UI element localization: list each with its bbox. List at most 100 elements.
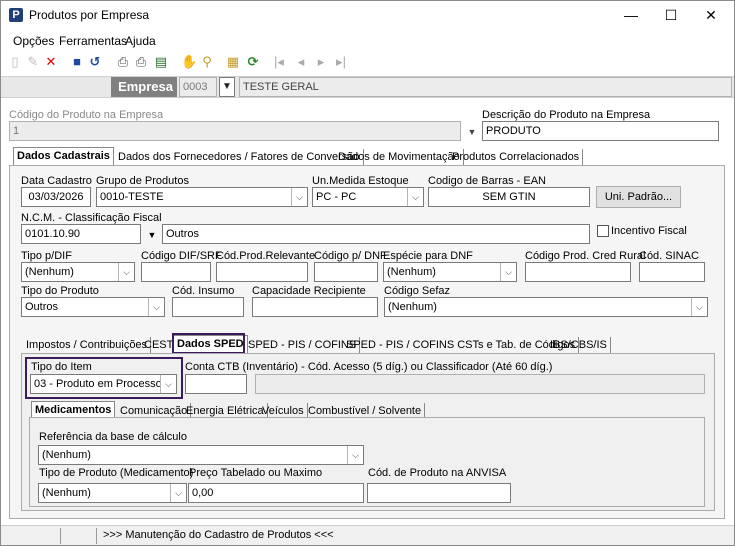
main-tabs: Dados Cadastrais Dados dos Fornecedores … — [13, 147, 584, 165]
tipo-item-select[interactable]: 03 - Produto em Processo — [30, 374, 177, 394]
first-icon[interactable]: |◂ — [271, 53, 287, 71]
conta-ctb-label: Conta CTB (Inventário) - Cód. Acesso (5 … — [185, 361, 553, 373]
empresa-dropdown-button[interactable]: ▼ — [219, 77, 235, 97]
print-icon[interactable]: ⎙ — [115, 53, 131, 71]
referencia-base-label: Referência da base de cálculo — [39, 431, 187, 443]
menu-bar: Opções Ferramentas Ajuda — [1, 31, 734, 51]
sinac-label: Cód. SINAC — [639, 250, 699, 262]
tab-dados-movimentacao[interactable]: Dados de Movimentação — [335, 149, 464, 165]
edit-icon[interactable]: ✎ — [25, 53, 41, 71]
ncm-field[interactable]: 0101.10.90 — [21, 224, 141, 244]
ean-field[interactable]: SEM GTIN — [428, 187, 590, 207]
codigo-sefaz-label: Código Sefaz — [384, 285, 451, 297]
tab-impostos[interactable]: Impostos / Contribuições — [23, 337, 152, 353]
ncm-description-field: Outros — [162, 224, 590, 244]
chevron-down-icon[interactable]: ⌵ — [291, 188, 307, 206]
data-cadastro-field[interactable]: 03/03/2026 — [21, 187, 91, 207]
chevron-down-icon[interactable]: ⌵ — [347, 446, 363, 464]
codigo-produto-label: Código do Produto na Empresa — [9, 109, 164, 121]
ncm-dropdown-icon[interactable]: ▼ — [145, 228, 159, 242]
dados-sped-highlight — [172, 333, 245, 354]
maximize-button[interactable]: ☐ — [651, 5, 691, 25]
undo-icon[interactable]: ↺ — [87, 53, 103, 71]
menu-opcoes[interactable]: Opções — [13, 34, 54, 48]
save-icon[interactable]: ■ — [69, 53, 85, 71]
tipo-medicamento-select[interactable]: (Nenhum) — [38, 483, 187, 503]
prev-icon[interactable]: ◂ — [293, 53, 309, 71]
title-bar: P Produtos por Empresa — ☐ ✕ — [1, 1, 734, 29]
cred-rural-label: Código Prod. Cred Rural — [525, 250, 646, 262]
codigo-produto-field[interactable]: 1 — [9, 121, 461, 141]
cod-anvisa-field[interactable] — [367, 483, 511, 503]
delete-icon[interactable]: ✕ — [43, 53, 59, 71]
chevron-down-icon[interactable]: ⌵ — [407, 188, 423, 206]
descricao-produto-label: Descrição do Produto na Empresa — [482, 109, 651, 121]
sinac-field[interactable] — [639, 262, 705, 282]
chevron-down-icon[interactable]: ⌵ — [500, 263, 516, 281]
referencia-base-select[interactable]: (Nenhum) — [38, 445, 364, 465]
properties-icon[interactable]: ▦ — [225, 53, 241, 71]
ean-label: Codigo de Barras - EAN — [428, 175, 546, 187]
tab-sped-csts[interactable]: SPED - PIS / COFINS CSTs e Tab. de Códig… — [343, 337, 580, 353]
export-icon[interactable]: ▤ — [153, 53, 169, 71]
chevron-down-icon[interactable]: ⌵ — [118, 263, 134, 281]
uni-padrao-button[interactable]: Uni. Padrão... — [596, 186, 681, 208]
tab-produtos-correlacionados[interactable]: Produtos Correlacionados — [449, 149, 584, 165]
next-icon[interactable]: ▸ — [313, 53, 329, 71]
minimize-button[interactable]: — — [611, 5, 651, 25]
search-icon[interactable]: ⚲ — [199, 53, 215, 71]
ncm-label: N.C.M. - Classificação Fiscal — [21, 212, 162, 224]
menu-ferramentas[interactable]: Ferramentas — [59, 34, 127, 48]
codigo-dnf-label: Código p/ DNF — [314, 250, 387, 262]
chevron-down-icon[interactable]: ⌵ — [170, 484, 186, 502]
close-button[interactable]: ✕ — [691, 5, 731, 25]
data-cadastro-label: Data Cadastro — [21, 175, 92, 187]
cod-prod-relevante-label: Cód.Prod.Relevante — [216, 250, 316, 262]
tipo-produto-label: Tipo do Produto — [21, 285, 99, 297]
codigo-dnf-field[interactable] — [314, 262, 378, 282]
preco-tabelado-field[interactable]: 0,00 — [188, 483, 364, 503]
cred-rural-field[interactable] — [525, 262, 631, 282]
especie-dnf-select[interactable]: (Nenhum) — [383, 262, 517, 282]
refresh-icon[interactable]: ⟳ — [245, 53, 261, 71]
tipo-produto-select[interactable]: Outros — [21, 297, 165, 317]
tipo-item-label: Tipo do Item — [31, 361, 92, 373]
status-cell — [61, 528, 97, 544]
cod-prod-relevante-field[interactable] — [216, 262, 308, 282]
empresa-code-field[interactable]: 0003 — [179, 77, 217, 97]
codigo-sefaz-select[interactable]: (Nenhum) — [384, 297, 708, 317]
conta-ctb-field[interactable] — [185, 374, 247, 394]
chevron-down-icon[interactable]: ⌵ — [148, 298, 164, 316]
status-cell — [1, 528, 61, 544]
grupo-produtos-select[interactable]: 0010-TESTE — [96, 187, 308, 207]
codigo-dif-label: Código DIF/SRF — [141, 250, 222, 262]
cod-insumo-label: Cód. Insumo — [172, 285, 235, 297]
status-bar: >>> Manutenção do Cadastro de Produtos <… — [1, 525, 734, 545]
last-icon[interactable]: ▸| — [333, 53, 349, 71]
conta-ctb-description — [255, 374, 705, 394]
empresa-bar: Empresa 0003 ▼ TESTE GERAL — [1, 76, 734, 98]
new-doc-icon[interactable]: ▯ — [7, 53, 23, 71]
hand-icon[interactable]: ✋ — [181, 53, 197, 71]
sub-tabs: Impostos / Contribuições CEST Dados SPED… — [23, 335, 623, 353]
codigo-produto-dropdown-icon[interactable]: ▼ — [465, 125, 479, 139]
chevron-down-icon[interactable]: ⌵ — [160, 375, 176, 393]
grupo-produtos-label: Grupo de Produtos — [96, 175, 189, 187]
codigo-dif-field[interactable] — [141, 262, 211, 282]
status-text: >>> Manutenção do Cadastro de Produtos <… — [103, 529, 334, 541]
menu-ajuda[interactable]: Ajuda — [125, 34, 156, 48]
incentivo-fiscal-checkbox[interactable] — [597, 225, 609, 237]
empresa-label: Empresa — [111, 77, 177, 97]
chevron-down-icon[interactable]: ⌵ — [691, 298, 707, 316]
un-medida-label: Un.Medida Estoque — [312, 175, 409, 187]
app-icon: P — [9, 8, 23, 22]
incentivo-fiscal-label: Incentivo Fiscal — [611, 225, 687, 237]
cod-insumo-field[interactable] — [172, 297, 244, 317]
capacidade-field[interactable] — [252, 297, 378, 317]
tab-dados-fornecedores[interactable]: Dados dos Fornecedores / Fatores de Conv… — [115, 149, 364, 165]
cod-anvisa-label: Cód. de Produto na ANVISA — [368, 467, 507, 479]
tab-dados-cadastrais[interactable]: Dados Cadastrais — [13, 147, 114, 165]
tab-ibs-cbs-is[interactable]: IBS/CBS/IS — [547, 337, 611, 353]
print-preview-icon[interactable]: ⎙ — [133, 53, 149, 71]
descricao-produto-field[interactable]: PRODUTO — [482, 121, 719, 141]
